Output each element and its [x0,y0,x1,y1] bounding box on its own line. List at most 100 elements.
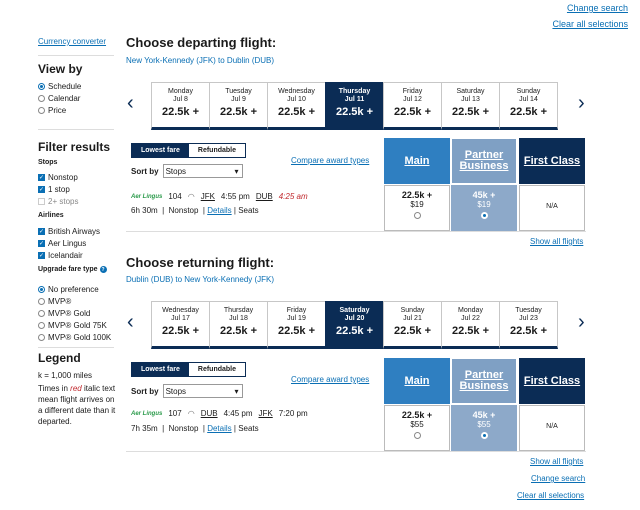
returning-sort: Sort by Stops ▾ [131,384,243,398]
lowest-fare-tab[interactable]: Lowest fare [132,363,189,376]
cabin-main-header[interactable]: Main [384,358,450,404]
clear-selections-link[interactable]: Clear all selections [517,491,584,500]
cabin-first-class-header[interactable]: First Class [519,358,585,404]
date-option[interactable]: Friday Jul 12 22.5k + [383,82,442,130]
cabin-main-header[interactable]: Main [384,138,450,184]
fare-main[interactable]: 22.5k + $19 [384,185,450,231]
checkbox-checked-icon[interactable]: ✓ [38,174,45,181]
refundable-tab[interactable]: Refundable [189,144,245,157]
lowest-fare-tab[interactable]: Lowest fare [132,144,189,157]
date-option[interactable]: Tuesday Jul 23 22.5k + [499,301,558,349]
clear-selections-link[interactable]: Clear all selections [552,19,628,29]
info-icon[interactable]: ? [99,266,107,273]
date-date: Jul 17 [171,315,190,322]
chevron-right-icon[interactable]: › [578,312,585,332]
radio-icon[interactable] [38,298,45,305]
radio-icon[interactable] [38,322,45,329]
date-option[interactable]: Wednesday Jul 10 22.5k + [267,82,326,130]
upgrade-mvp-gold[interactable]: MVP® Gold [38,309,90,318]
filter-nonstop[interactable]: ✓ Nonstop [38,173,78,182]
checkbox-checked-icon[interactable]: ✓ [38,186,45,193]
date-option[interactable]: Saturday Jul 20 22.5k + [325,301,384,349]
radio-icon[interactable] [413,212,421,219]
details-link[interactable]: Details [207,424,231,433]
radio-selected-icon[interactable] [480,432,488,439]
checkbox-disabled-icon [38,198,45,205]
chevron-left-icon[interactable]: ‹ [127,93,134,113]
radio-icon[interactable] [413,432,421,439]
filter-1-stop[interactable]: ✓ 1 stop [38,185,70,194]
departing-date-bar: Monday Jul 8 22.5k + Tuesday Jul 9 22.5k + Wed… [151,82,558,130]
sort-select[interactable]: Stops ▾ [162,164,243,178]
returning-flight-sub: 7h 35m | Nonstop | Details | Seats [131,424,259,433]
date-option[interactable]: Wednesday Jul 17 22.5k + [151,301,210,349]
chevron-left-icon[interactable]: ‹ [127,312,134,332]
view-by-calendar[interactable]: Calendar [38,94,80,103]
fare-main[interactable]: 22.5k + $55 [384,405,450,451]
destination-code[interactable]: JFK [258,409,272,418]
date-option[interactable]: Thursday Jul 11 22.5k + [325,82,384,130]
origin-code[interactable]: DUB [201,409,218,418]
fare-partner-business[interactable]: 45k + $55 [451,405,517,451]
origin-code[interactable]: JFK [201,192,215,201]
cabin-first-class-header[interactable]: First Class [519,138,585,184]
refundable-tab[interactable]: Refundable [189,363,245,376]
date-option[interactable]: Sunday Jul 14 22.5k + [499,82,558,130]
radio-icon[interactable] [38,310,45,317]
date-option[interactable]: Sunday Jul 21 22.5k + [383,301,442,349]
change-search-link[interactable]: Change search [531,474,585,483]
returning-title: Choose returning flight: [126,255,275,270]
radio-selected-icon[interactable] [38,83,45,90]
date-option[interactable]: Saturday Jul 13 22.5k + [441,82,500,130]
date-date: Jul 9 [231,96,246,103]
flight-number: 104 [168,192,182,201]
show-all-flights-link[interactable]: Show all flights [530,457,583,466]
checkbox-checked-icon[interactable]: ✓ [38,240,45,247]
upgrade-no-preference[interactable]: No preference [38,285,99,294]
show-all-flights-link[interactable]: Show all flights [530,237,583,246]
chevron-down-icon: ▾ [234,166,239,176]
change-search-link[interactable]: Change search [567,3,628,13]
date-option[interactable]: Friday Jul 19 22.5k + [267,301,326,349]
divider [126,451,586,452]
radio-icon[interactable] [38,334,45,341]
upgrade-mvp[interactable]: MVP® [38,297,71,306]
cabin-partner-business-header[interactable]: Partner Business [451,358,517,404]
sort-select[interactable]: Stops ▾ [162,384,243,398]
filter-british-airways[interactable]: ✓ British Airways [38,227,100,236]
date-option[interactable]: Monday Jul 22 22.5k + [441,301,500,349]
fare-partner-business[interactable]: 45k + $19 [451,185,517,231]
divider [38,129,114,130]
checkbox-checked-icon[interactable]: ✓ [38,228,45,235]
date-option[interactable]: Tuesday Jul 9 22.5k + [209,82,268,130]
returning-route: Dublin (DUB) to New York-Kennedy (JFK) [126,275,275,284]
upgrade-mvp-gold-100k[interactable]: MVP® Gold 100K [38,333,111,342]
checkbox-checked-icon[interactable]: ✓ [38,252,45,259]
details-link[interactable]: Details [207,206,231,215]
fare-first-class: N/A [519,185,585,231]
radio-selected-icon[interactable] [480,212,488,219]
filter-2-stops: 2+ stops [38,197,78,206]
date-amt: 22.5k + [277,106,315,118]
view-by-price[interactable]: Price [38,106,66,115]
filter-aer-lingus[interactable]: ✓ Aer Lingus [38,239,86,248]
radio-icon[interactable] [38,95,45,102]
seats-link[interactable]: Seats [238,424,258,433]
chevron-right-icon[interactable]: › [578,93,585,113]
destination-code[interactable]: DUB [256,192,273,201]
date-dow: Saturday [339,307,370,314]
date-option[interactable]: Thursday Jul 18 22.5k + [209,301,268,349]
view-by-schedule[interactable]: Schedule [38,82,81,91]
upgrade-mvp-gold-75k[interactable]: MVP® Gold 75K [38,321,107,330]
date-option[interactable]: Monday Jul 8 22.5k + [151,82,210,130]
radio-icon[interactable] [38,107,45,114]
compare-award-types-link[interactable]: Compare award types [291,375,369,384]
date-dow: Sunday [400,307,425,314]
filter-icelandair[interactable]: ✓ Icelandair [38,251,83,260]
cabin-partner-business-header[interactable]: Partner Business [451,138,517,184]
radio-selected-icon[interactable] [38,286,45,293]
currency-converter-link[interactable]: Currency converter [38,37,106,46]
compare-award-types-link[interactable]: Compare award types [291,156,369,165]
date-dow: Friday [402,88,423,95]
seats-link[interactable]: Seats [238,206,258,215]
